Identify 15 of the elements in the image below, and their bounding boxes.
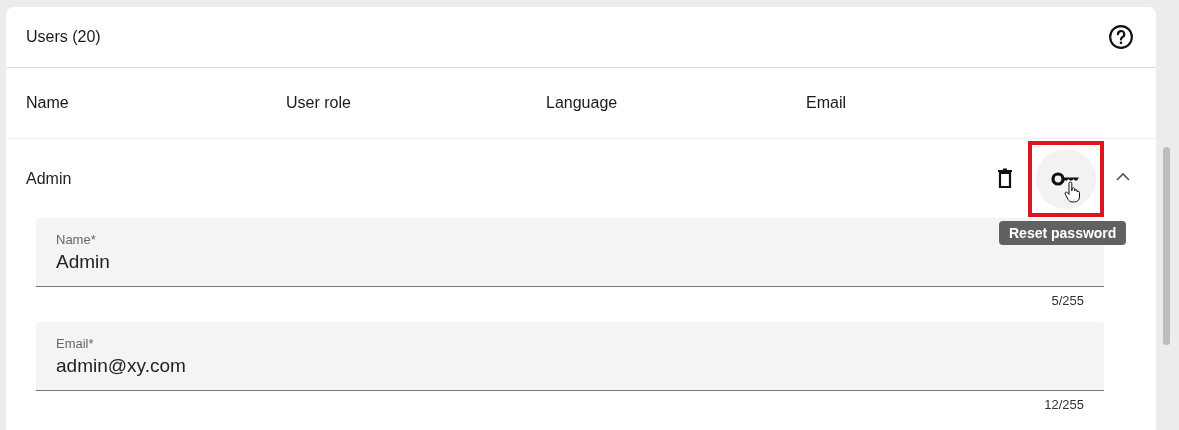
character-counter: 12/255 <box>1044 397 1084 412</box>
user-name: Admin <box>26 170 72 188</box>
scrollbar-thumb[interactable] <box>1163 147 1170 345</box>
hand-cursor-icon <box>1064 181 1080 203</box>
character-counter: 5/255 <box>1051 293 1084 308</box>
help-icon[interactable] <box>1108 24 1134 50</box>
tooltip: Reset password <box>999 221 1127 245</box>
column-header: Email <box>806 94 847 112</box>
column-header: User role <box>286 94 352 112</box>
card-title: Users (20) <box>26 28 101 46</box>
column-header: Language <box>546 94 619 112</box>
column-header: Name <box>26 94 70 112</box>
chevron-up-icon[interactable] <box>1116 171 1130 181</box>
text-field[interactable]: Email* admin@xy.com <box>36 322 1104 391</box>
key-icon <box>1051 171 1081 187</box>
